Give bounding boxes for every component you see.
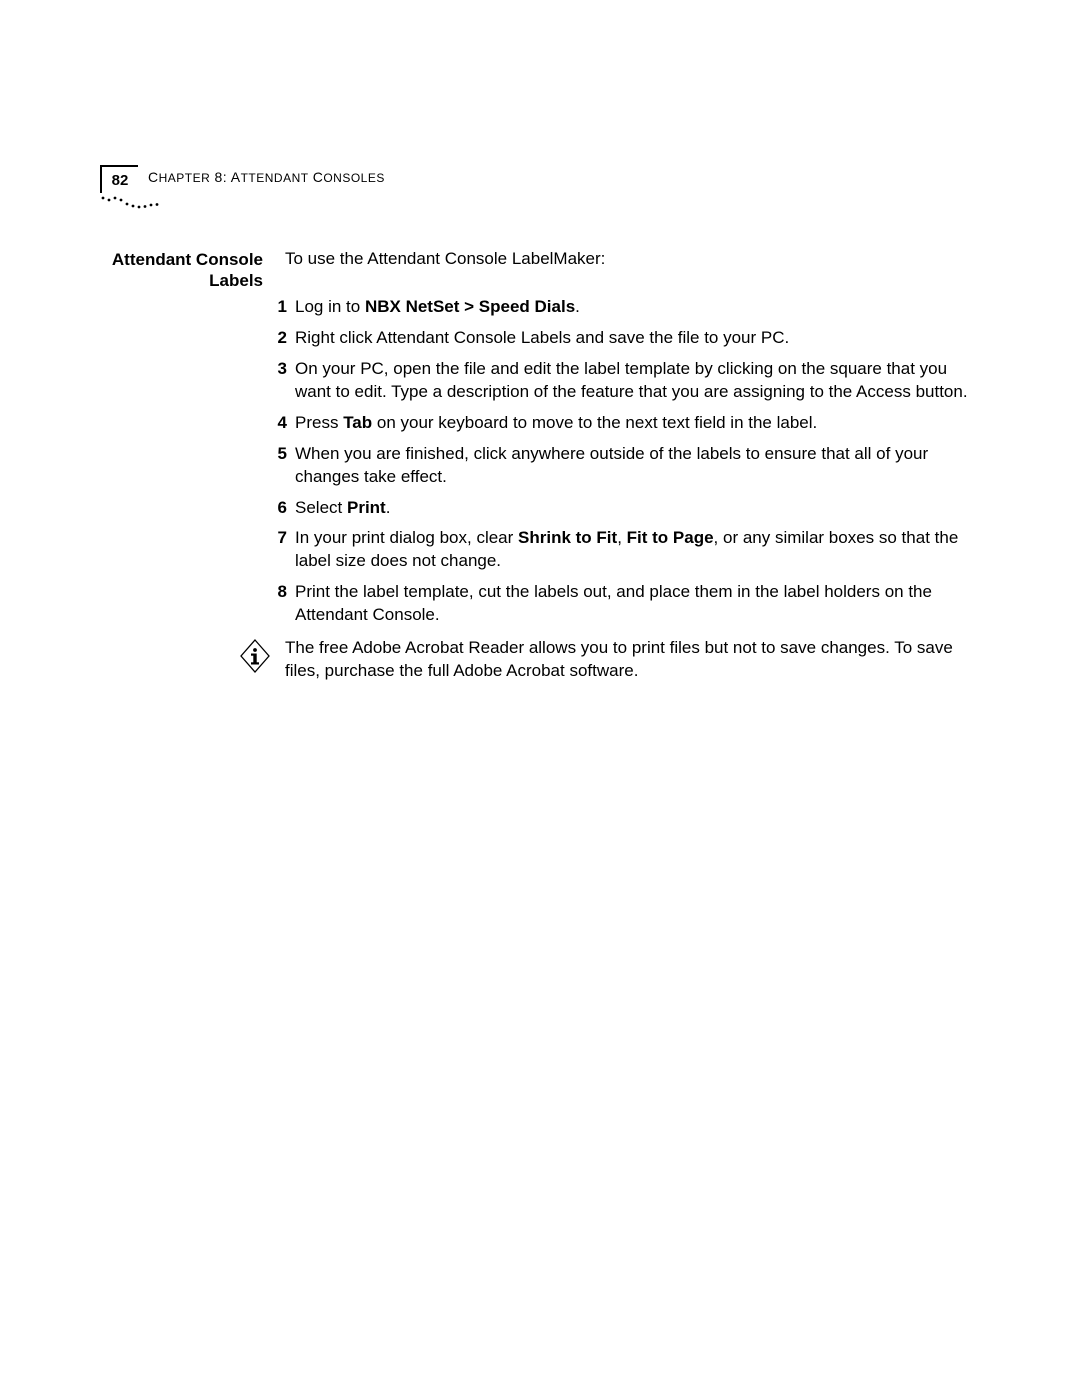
page-content: 82 CHAPTER 8: ATTENDANT CONSOLES Attenda… [100, 165, 980, 683]
step-body: Right click Attendant Console Labels and… [295, 327, 980, 350]
intro-text: To use the Attendant Console LabelMaker: [285, 248, 980, 271]
step-number: 4 [267, 412, 287, 435]
content-body: Attendant Console Labels To use the Atte… [100, 248, 980, 683]
info-icon [240, 637, 270, 680]
chapter-title: CHAPTER 8: ATTENDANT CONSOLES [148, 165, 385, 185]
step-item: 2 Right click Attendant Console Labels a… [267, 327, 980, 350]
page-number-box: 82 [100, 165, 138, 193]
step-body: Select Print. [295, 497, 980, 520]
section-content: To use the Attendant Console LabelMaker:… [285, 248, 980, 683]
note-text: The free Adobe Acrobat Reader allows you… [285, 637, 980, 683]
step-body: When you are finished, click anywhere ou… [295, 443, 980, 489]
step-body: Log in to NBX NetSet > Speed Dials. [295, 296, 980, 319]
section-heading: Attendant Console Labels [100, 248, 285, 292]
step-item: 1 Log in to NBX NetSet > Speed Dials. [267, 296, 980, 319]
section-title-line1: Attendant Console [100, 249, 263, 270]
page-number: 82 [112, 172, 129, 189]
step-item: 5 When you are finished, click anywhere … [267, 443, 980, 489]
step-item: 6 Select Print. [267, 497, 980, 520]
step-number: 2 [267, 327, 287, 350]
page-header: 82 CHAPTER 8: ATTENDANT CONSOLES [100, 165, 980, 193]
step-body: Press Tab on your keyboard to move to th… [295, 412, 980, 435]
step-number: 7 [267, 527, 287, 550]
step-number: 5 [267, 443, 287, 466]
step-item: 7 In your print dialog box, clear Shrink… [267, 527, 980, 573]
decorative-dots-icon [100, 195, 166, 215]
step-number: 1 [267, 296, 287, 319]
step-item: 3 On your PC, open the file and edit the… [267, 358, 980, 404]
step-item: 8 Print the label template, cut the labe… [267, 581, 980, 627]
step-body: On your PC, open the file and edit the l… [295, 358, 980, 404]
step-number: 6 [267, 497, 287, 520]
step-body: In your print dialog box, clear Shrink t… [295, 527, 980, 573]
step-item: 4 Press Tab on your keyboard to move to … [267, 412, 980, 435]
info-note: The free Adobe Acrobat Reader allows you… [285, 637, 980, 683]
section-title-line2: Labels [100, 270, 263, 291]
step-number: 3 [267, 358, 287, 381]
step-number: 8 [267, 581, 287, 604]
step-body: Print the label template, cut the labels… [295, 581, 980, 627]
